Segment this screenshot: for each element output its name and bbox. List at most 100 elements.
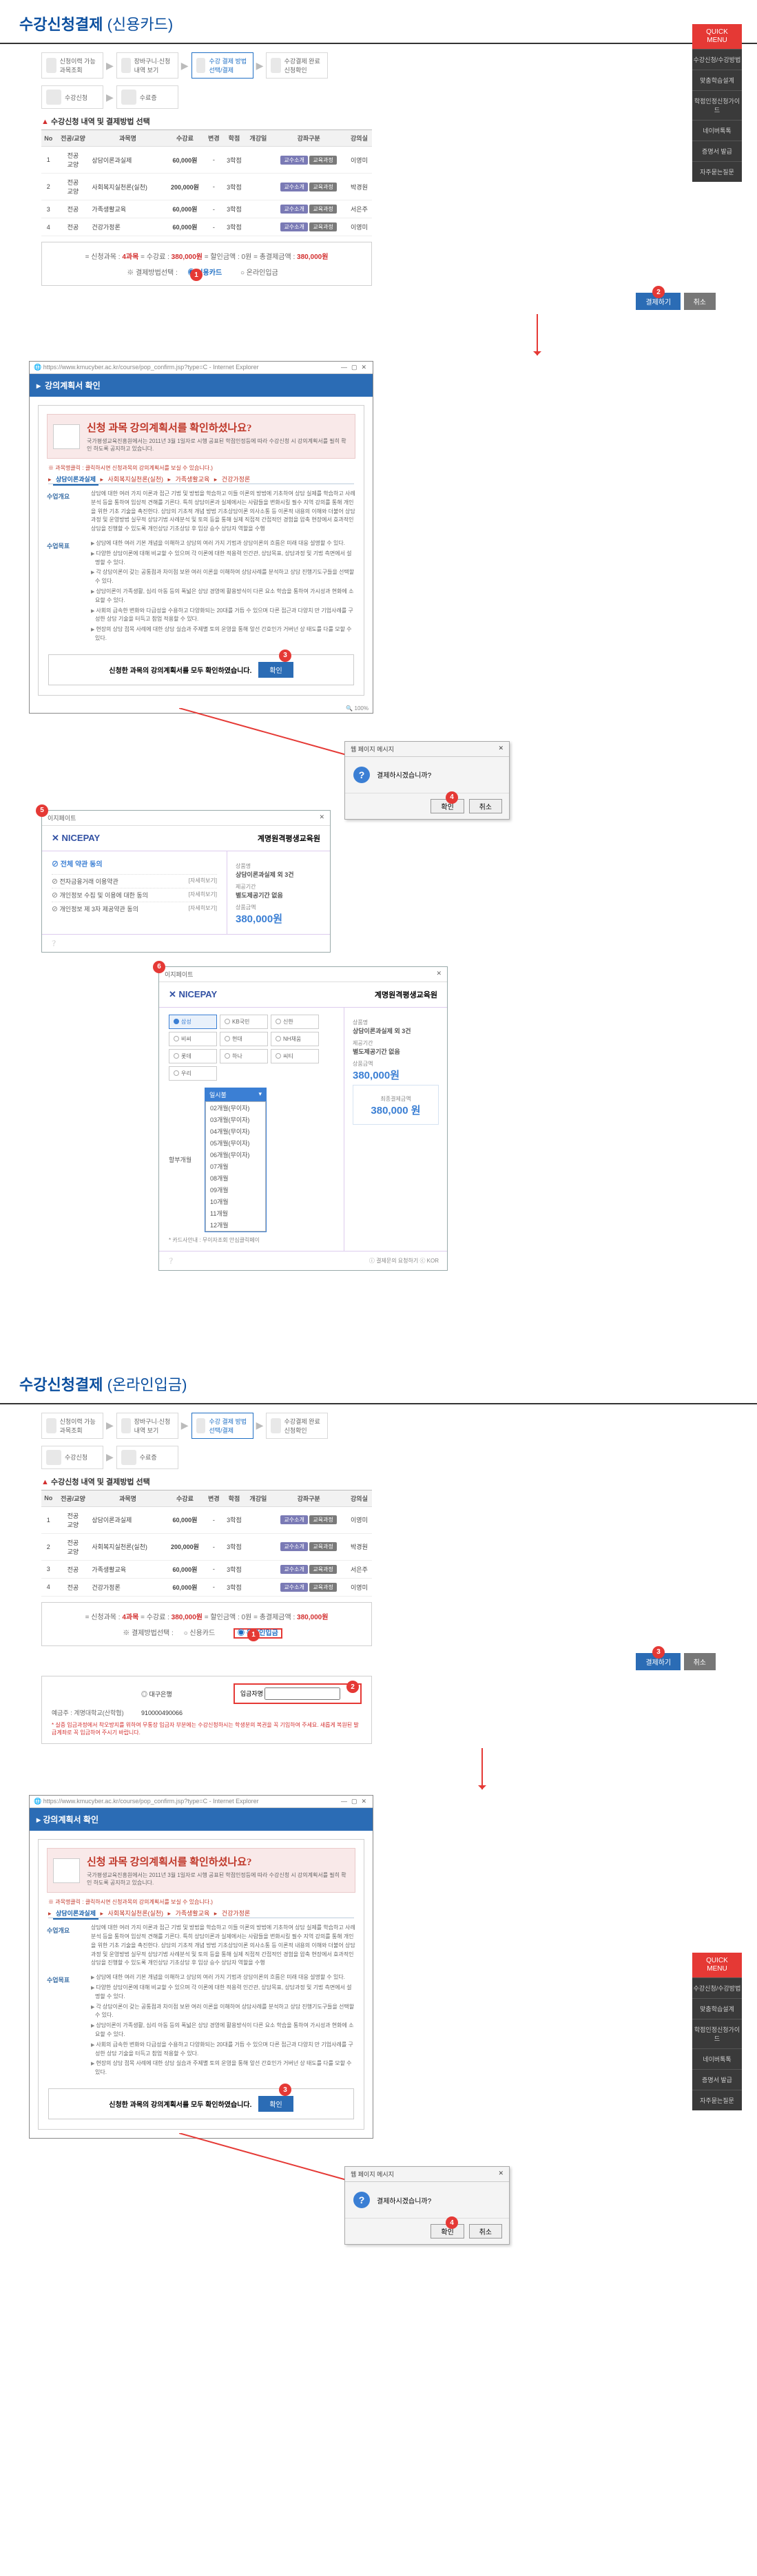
tab[interactable]: 상담이론과실제 — [53, 475, 98, 486]
qm-item[interactable]: 자주묻는질문 — [692, 161, 742, 182]
qm-item[interactable]: 증명서 발급 — [692, 2069, 742, 2090]
detail-link[interactable]: [자세히보기] — [189, 904, 217, 913]
qm-item[interactable]: 맞춤학습설계 — [692, 70, 742, 90]
tab[interactable]: 건강가정론 — [219, 475, 253, 484]
tab[interactable]: 사회복지실천론(실천) — [105, 1909, 167, 1918]
callout-2: 2 — [652, 286, 665, 298]
cancel-button[interactable]: 취소 — [684, 293, 716, 310]
maximize-icon[interactable]: ▢ — [351, 1798, 357, 1805]
depositor-field-wrap: 입금자명 2 — [234, 1683, 362, 1705]
qm-item[interactable]: 수강신청/수강방법 — [692, 1977, 742, 1998]
step[interactable]: 수강신청 — [41, 1446, 103, 1469]
tab[interactable]: 사회복지실천론(실천) — [105, 475, 167, 484]
dropdown-option[interactable]: 10개월 — [206, 1196, 265, 1207]
qm-item[interactable]: 학점인정신청가이드 — [692, 90, 742, 120]
step[interactable]: 수강결제 완료 신청확인 — [266, 1413, 328, 1439]
page-title: 수강신청결제 (온라인입금) — [0, 1360, 757, 1404]
close-icon[interactable]: ✕ — [361, 1798, 366, 1805]
dropdown-option[interactable]: 03개월(무이자) — [206, 1114, 265, 1125]
card-option[interactable]: 비씨 — [169, 1032, 217, 1046]
payment-method-row: ※ 결제방법선택 : ○ 신용카드 ◉ 온라인입금 — [50, 1627, 363, 1637]
step[interactable]: 수료증 — [116, 85, 178, 109]
close-icon[interactable]: ✕ — [436, 970, 442, 979]
agree-row[interactable]: ⊘ 전자금융거래 이용약관[자세히보기] — [52, 874, 217, 888]
dropdown-option[interactable]: 07개월 — [206, 1161, 265, 1172]
cancel-button[interactable]: 취소 — [684, 1653, 716, 1670]
step[interactable]: 장바구니·신청 내역 보기 — [116, 52, 178, 79]
detail-link[interactable]: [자세히보기] — [189, 877, 217, 886]
qm-item[interactable]: 맞춤학습설계 — [692, 1998, 742, 2019]
dropdown-option[interactable]: 08개월 — [206, 1172, 265, 1184]
maximize-icon[interactable]: ▢ — [351, 364, 357, 371]
tab[interactable]: 상담이론과실제 — [53, 1909, 98, 1920]
step[interactable]: 신청이력 가능과목조회 — [41, 1413, 103, 1439]
qm-item[interactable]: 수강신청/수강방법 — [692, 49, 742, 70]
arrow-down-icon — [537, 314, 538, 355]
step[interactable]: 수강신청 — [41, 85, 103, 109]
help-icon[interactable]: ❔ — [50, 940, 57, 946]
dropdown-option[interactable]: 09개월 — [206, 1184, 265, 1196]
step-nav: 신청이력 가능과목조회▶ 장바구니·신청 내역 보기▶ 수강 결제 방법선택/결… — [41, 1413, 372, 1439]
dropdown-option[interactable]: 11개월 — [206, 1207, 265, 1219]
close-icon[interactable]: ✕ — [361, 364, 366, 371]
bank-radio[interactable]: ◎ 대구은행 — [141, 1690, 172, 1699]
qm-item[interactable]: 네이버톡톡 — [692, 2048, 742, 2069]
card-option[interactable]: 현대 — [220, 1032, 268, 1046]
step[interactable]: 신청이력 가능과목조회 — [41, 52, 103, 79]
card-option[interactable]: 삼성 — [169, 1015, 217, 1029]
confirm-button[interactable]: 확인 — [258, 662, 293, 678]
step[interactable]: 장바구니·신청 내역 보기 — [116, 1413, 178, 1439]
dropdown-option[interactable]: 12개월 — [206, 1219, 265, 1231]
tab[interactable]: 건강가정론 — [219, 1909, 253, 1918]
card-option[interactable]: 신한 — [271, 1015, 319, 1029]
close-icon[interactable]: ✕ — [319, 813, 324, 822]
agree-all[interactable]: ⊘ 전체 약관 동의 — [52, 858, 217, 869]
radio-bank[interactable]: ○ 온라인입금 — [240, 269, 278, 277]
tab[interactable]: 가족생활교육 — [173, 1909, 213, 1918]
close-icon[interactable]: ✕ — [498, 745, 504, 754]
step[interactable]: 수료증 — [116, 1446, 178, 1469]
depositor-input[interactable] — [265, 1687, 340, 1700]
link[interactable]: 무이자조회 — [201, 1237, 228, 1243]
card-option[interactable]: 우리 — [169, 1066, 217, 1081]
dropdown-option[interactable]: 04개월(무이자) — [206, 1125, 265, 1137]
card-option[interactable]: KB국민 — [220, 1015, 268, 1029]
step[interactable]: 수강결제 완료 신청확인 — [266, 52, 328, 79]
radio-card[interactable]: ○ 신용카드 — [184, 1630, 216, 1637]
qm-item[interactable]: 증명서 발급 — [692, 141, 742, 161]
help-icon[interactable]: ❔ — [167, 1258, 174, 1264]
cancel-button[interactable]: 취소 — [469, 2224, 502, 2239]
minimize-icon[interactable]: — — [341, 1798, 347, 1805]
tab[interactable]: 가족생활교육 — [173, 475, 213, 484]
plan-text: 상담에 대한 여러 가지 이론과 접근 기법 및 방법을 학습하고 이들 이론의… — [91, 490, 355, 534]
merchant-name: 계명원격평생교육원 — [375, 989, 437, 1000]
step[interactable]: 수강 결제 방법선택/결제 — [191, 1413, 253, 1439]
card-grid: 삼성KB국민신한비씨현대NH채움롯데하나씨티우리 — [169, 1015, 334, 1081]
card-option[interactable]: NH채움 — [271, 1032, 319, 1046]
section-subheader: 수강신청 내역 및 결제방법 선택 — [41, 116, 372, 127]
qm-item[interactable]: 네이버톡톡 — [692, 120, 742, 141]
detail-link[interactable]: [자세히보기] — [189, 891, 217, 900]
confirm-button[interactable]: 확인 — [258, 2096, 293, 2112]
card-option[interactable]: 씨티 — [271, 1049, 319, 1063]
dropdown-option[interactable]: 06개월(무이자) — [206, 1149, 265, 1161]
minimize-icon[interactable]: — — [341, 364, 347, 371]
qm-item[interactable]: 학점인정신청가이드 — [692, 2019, 742, 2048]
agree-row[interactable]: ⊘ 개인정보 수집 및 이용에 대한 동의[자세히보기] — [52, 888, 217, 902]
chevron-down-icon: ▾ — [258, 1090, 262, 1099]
close-icon[interactable]: ✕ — [498, 2170, 504, 2179]
dropdown-option[interactable]: 05개월(무이자) — [206, 1137, 265, 1149]
dropdown-option[interactable]: 02개월(무이자) — [206, 1102, 265, 1114]
plan-label: 수업목표 — [47, 539, 84, 645]
card-option[interactable]: 하나 — [220, 1049, 268, 1063]
table-row: 3전공가족생활교육60,000원-3학점교수소개 교육과정서은주 — [41, 1560, 372, 1578]
qm-item[interactable]: 자주묻는질문 — [692, 2090, 742, 2110]
installment-dropdown[interactable]: 일시불▾ 02개월(무이자)03개월(무이자)04개월(무이자)05개월(무이자… — [205, 1088, 267, 1232]
chevron-right-icon: ▶ — [106, 92, 114, 103]
quick-menu-head: QUICKMENU — [692, 1953, 742, 1977]
card-option[interactable]: 롯데 — [169, 1049, 217, 1063]
step[interactable]: 수강 결제 방법선택/결제 — [191, 52, 253, 79]
nicepay-logo: ✕ NICEPAY — [52, 833, 100, 844]
link[interactable]: 안심클릭페이 — [228, 1237, 260, 1243]
agree-row[interactable]: ⊘ 개인정보 제 3자 제공약관 동의[자세히보기] — [52, 902, 217, 915]
